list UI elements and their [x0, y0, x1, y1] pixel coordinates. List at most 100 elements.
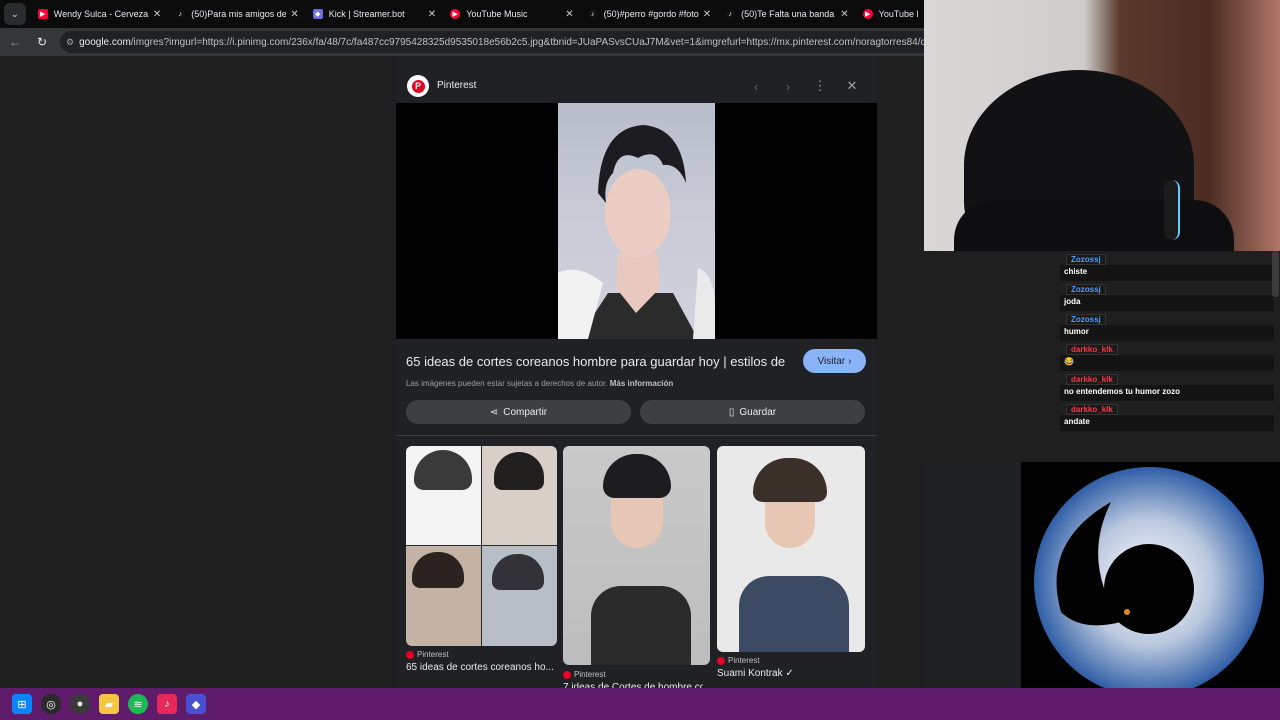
- site-info-icon[interactable]: ⚙: [66, 37, 74, 48]
- tab-strip: ⌄ ▶ Wendy Sulca - Cerveza, C ✕ ♪ (50)Par…: [0, 0, 924, 28]
- panel-header: P Pinterest ‹ › ⋮ ✕: [396, 72, 877, 100]
- card-title[interactable]: Suami Kontrak ✓: [717, 668, 862, 679]
- browser-tab[interactable]: ▶ YouTube Mu: [855, 0, 924, 28]
- more-info-link[interactable]: Más información: [610, 379, 674, 388]
- tab-title: (50)Para mis amigos del c: [191, 9, 287, 19]
- close-tab-icon[interactable]: ✕: [290, 9, 298, 20]
- related-image-card[interactable]: [406, 446, 557, 646]
- share-button[interactable]: ⋖ Compartir: [406, 400, 631, 424]
- tab-title: (50)Te Falta una banda De: [741, 9, 836, 19]
- chat-message: Zozossj humor: [1060, 313, 1274, 343]
- close-tab-icon[interactable]: ✕: [703, 9, 711, 20]
- chat-scrollbar[interactable]: [1272, 251, 1279, 297]
- chat-message: darkko_klk andate: [1060, 403, 1274, 433]
- close-tab-icon[interactable]: ✕: [153, 9, 161, 20]
- chat-username: darkko_klk: [1066, 344, 1118, 355]
- pinterest-icon: [717, 656, 725, 665]
- related-image-card[interactable]: [717, 446, 865, 652]
- chevron-right-icon: ›: [848, 355, 852, 367]
- copyright-text: Las imágenes pueden estar sujetas a dere…: [406, 379, 608, 388]
- visit-label: Visitar: [817, 355, 846, 367]
- tiktok-icon: ♪: [587, 9, 598, 19]
- result-title[interactable]: 65 ideas de cortes coreanos hombre para …: [406, 354, 786, 369]
- page-content: P Pinterest ‹ › ⋮ ✕ 65 ideas de cortes c…: [0, 56, 924, 688]
- taskbar: ⊞ ◎ ● ▰ ≋ ♪ ◆: [0, 688, 1280, 720]
- tiktok-icon[interactable]: ♪: [157, 694, 177, 714]
- main-photo: [558, 103, 715, 339]
- obs-icon[interactable]: ◎: [41, 694, 61, 714]
- reload-button[interactable]: ↻: [30, 30, 54, 54]
- address-bar[interactable]: ⚙ google.com/imgres?imgurl=https://i.pin…: [60, 31, 924, 53]
- chat-message: Zozossj joda: [1060, 283, 1274, 313]
- streamerbot-icon[interactable]: ◆: [186, 694, 206, 714]
- bookmark-icon: ▯: [728, 406, 735, 418]
- tab-title: Kick | Streamer.bot: [328, 9, 405, 19]
- divider: [396, 435, 877, 436]
- url-path: /imgres?imgurl=https://i.pinimg.com/236x…: [130, 36, 924, 48]
- chat-text: andate: [1060, 415, 1274, 431]
- card-source: Pinterest: [563, 670, 606, 679]
- source-name[interactable]: Pinterest: [437, 80, 476, 91]
- arrow-left-icon: ←: [9, 35, 21, 49]
- close-tab-icon[interactable]: ✕: [565, 9, 573, 20]
- chat-text: chiste: [1060, 265, 1274, 281]
- spotify-icon[interactable]: ≋: [128, 694, 148, 714]
- preview-image[interactable]: [396, 103, 877, 339]
- previous-button[interactable]: ‹: [746, 76, 766, 96]
- taskbar-apps: ⊞ ◎ ● ▰ ≋ ♪ ◆: [0, 688, 1021, 720]
- tiktok-icon: ♪: [175, 9, 186, 19]
- card-source: Pinterest: [717, 656, 760, 665]
- chat-overlay: Zozossj chiste Zozossj joda Zozossj humo…: [1060, 253, 1274, 433]
- more-options-button[interactable]: ⋮: [810, 76, 830, 96]
- copyright-notice: Las imágenes pueden estar sujetas a dere…: [406, 379, 673, 388]
- youtube-music-icon: ▶: [450, 9, 461, 19]
- save-button[interactable]: ▯ Guardar: [640, 400, 865, 424]
- tab-title: Wendy Sulca - Cerveza, C: [53, 9, 149, 19]
- windows-start-icon[interactable]: ⊞: [12, 694, 32, 714]
- browser-tab[interactable]: ◆ Kick | Streamer.bot ✕: [305, 0, 442, 28]
- visit-button[interactable]: Visitar ›: [803, 349, 866, 373]
- pinterest-icon: [563, 670, 571, 679]
- browser-tab[interactable]: ♪ (50)#perro #gordo #foton ✕: [580, 0, 717, 28]
- card-source-label: Pinterest: [417, 650, 449, 659]
- chat-message: Zozossj chiste: [1060, 253, 1274, 283]
- chevron-left-icon: ‹: [753, 78, 759, 94]
- pinterest-icon: [406, 650, 414, 659]
- tiktok-icon: ♪: [725, 9, 736, 19]
- next-button[interactable]: ›: [778, 76, 798, 96]
- browser-tab[interactable]: ♪ (50)Para mis amigos del c ✕: [167, 0, 304, 28]
- card-title[interactable]: 65 ideas de cortes coreanos ho...: [406, 662, 556, 673]
- share-icon: ⋖: [489, 406, 499, 418]
- taskbar-empty: [1021, 688, 1280, 720]
- tab-title: YouTube Music: [466, 9, 528, 19]
- browser-tab[interactable]: ▶ Wendy Sulca - Cerveza, C ✕: [30, 0, 167, 28]
- close-tab-icon[interactable]: ✕: [840, 9, 848, 20]
- chat-username: darkko_klk: [1066, 404, 1118, 415]
- browser-tab[interactable]: ♪ (50)Te Falta una banda De ✕: [717, 0, 854, 28]
- streamerbot-icon: ◆: [312, 9, 323, 19]
- card-source-label: Pinterest: [728, 656, 760, 665]
- close-button[interactable]: ✕: [842, 76, 862, 96]
- toolbar: ← ↻ ⚙ google.com/imgres?imgurl=https://i…: [0, 28, 924, 56]
- close-icon: ✕: [846, 78, 858, 93]
- audio-visualizer: [1021, 462, 1280, 697]
- chat-text: humor: [1060, 325, 1274, 341]
- pinterest-logo-icon: P: [407, 75, 429, 97]
- chat-username: Zozossj: [1066, 314, 1106, 325]
- back-button[interactable]: ←: [3, 30, 27, 54]
- chrome-icon[interactable]: ●: [70, 694, 90, 714]
- youtube-icon: ▶: [37, 9, 48, 19]
- file-explorer-icon[interactable]: ▰: [99, 694, 119, 714]
- webcam-feed: [924, 0, 1280, 251]
- chat-text: no entendemos tu humor zozo: [1060, 385, 1274, 401]
- chat-username: darkko_klk: [1066, 374, 1118, 385]
- close-tab-icon[interactable]: ✕: [428, 9, 436, 20]
- chat-text: 😂: [1060, 355, 1274, 371]
- chevron-down-icon: ⌄: [10, 8, 20, 20]
- chat-text: joda: [1060, 295, 1274, 311]
- chat-message: darkko_klk no entendemos tu humor zozo: [1060, 373, 1274, 403]
- browser-tab[interactable]: ▶ YouTube Music ✕: [442, 0, 579, 28]
- card-source: Pinterest: [406, 650, 449, 659]
- related-image-card[interactable]: [563, 446, 710, 665]
- tab-search-button[interactable]: ⌄: [4, 3, 26, 25]
